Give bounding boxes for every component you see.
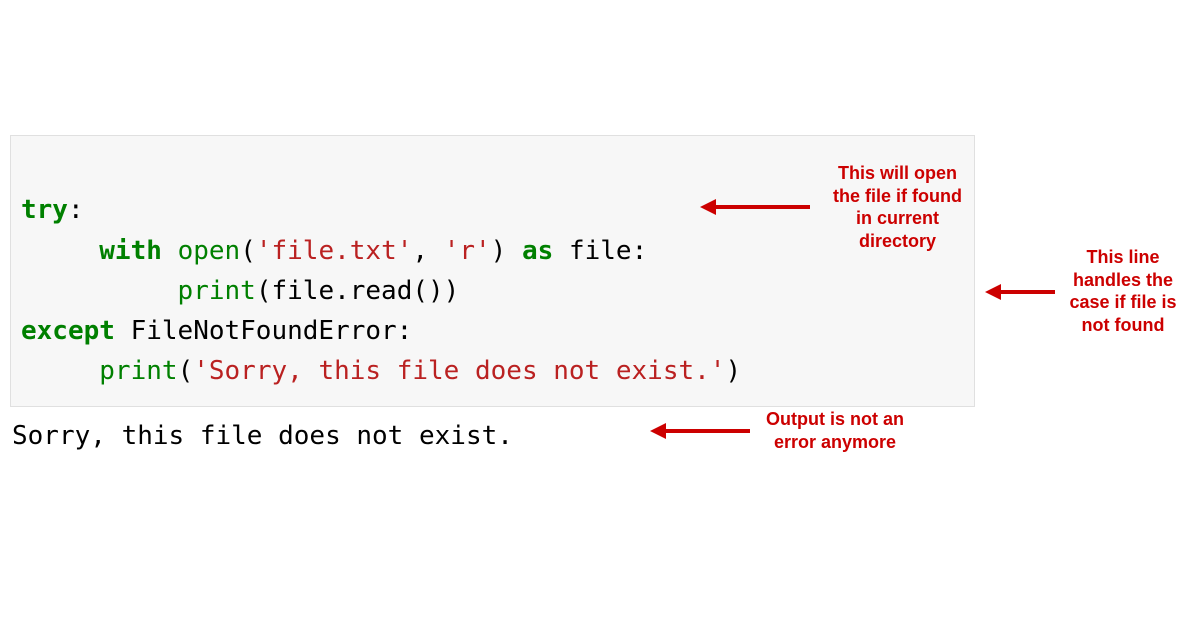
- annotation-open-file: This will open the file if found in curr…: [815, 162, 980, 252]
- print-fn-2: print: [99, 356, 177, 386]
- code-line-4: except FileNotFoundError:: [21, 316, 412, 346]
- annotation-output: Output is not an error anymore: [755, 408, 915, 453]
- code-line-3: print(file.read()): [21, 276, 459, 306]
- rparen2: ): [725, 356, 741, 386]
- except-keyword: except: [21, 316, 115, 346]
- arrow-line-icon: [664, 429, 750, 433]
- file-string: 'file.txt': [256, 236, 413, 266]
- comma: ,: [412, 236, 443, 266]
- lparen: (: [240, 236, 256, 266]
- code-line-2: with open('file.txt', 'r') as file:: [21, 236, 647, 266]
- arrow-line-icon: [714, 205, 810, 209]
- as-keyword: as: [522, 236, 553, 266]
- try-keyword: try: [21, 195, 68, 225]
- print-fn-1: print: [178, 276, 256, 306]
- sorry-string: 'Sorry, this file does not exist.': [193, 356, 725, 386]
- arrow-line-icon: [999, 290, 1055, 294]
- exception-name: FileNotFoundError:: [115, 316, 412, 346]
- code-line-5: print('Sorry, this file does not exist.'…: [21, 356, 741, 386]
- mode-string: 'r': [444, 236, 491, 266]
- with-keyword: with: [99, 236, 162, 266]
- output-line: Sorry, this file does not exist.: [10, 407, 1190, 455]
- output-text: Sorry, this file does not exist.: [10, 407, 515, 455]
- annotation-except: This line handles the case if file is no…: [1058, 246, 1188, 336]
- figure-container: try: with open('file.txt', 'r') as file:…: [10, 135, 1190, 455]
- file-var: file:: [553, 236, 647, 266]
- lparen2: (: [178, 356, 194, 386]
- colon: :: [68, 195, 84, 225]
- code-line-1: try:: [21, 195, 84, 225]
- open-fn: open: [178, 236, 241, 266]
- rparen: ): [491, 236, 507, 266]
- file-read: (file.read()): [256, 276, 460, 306]
